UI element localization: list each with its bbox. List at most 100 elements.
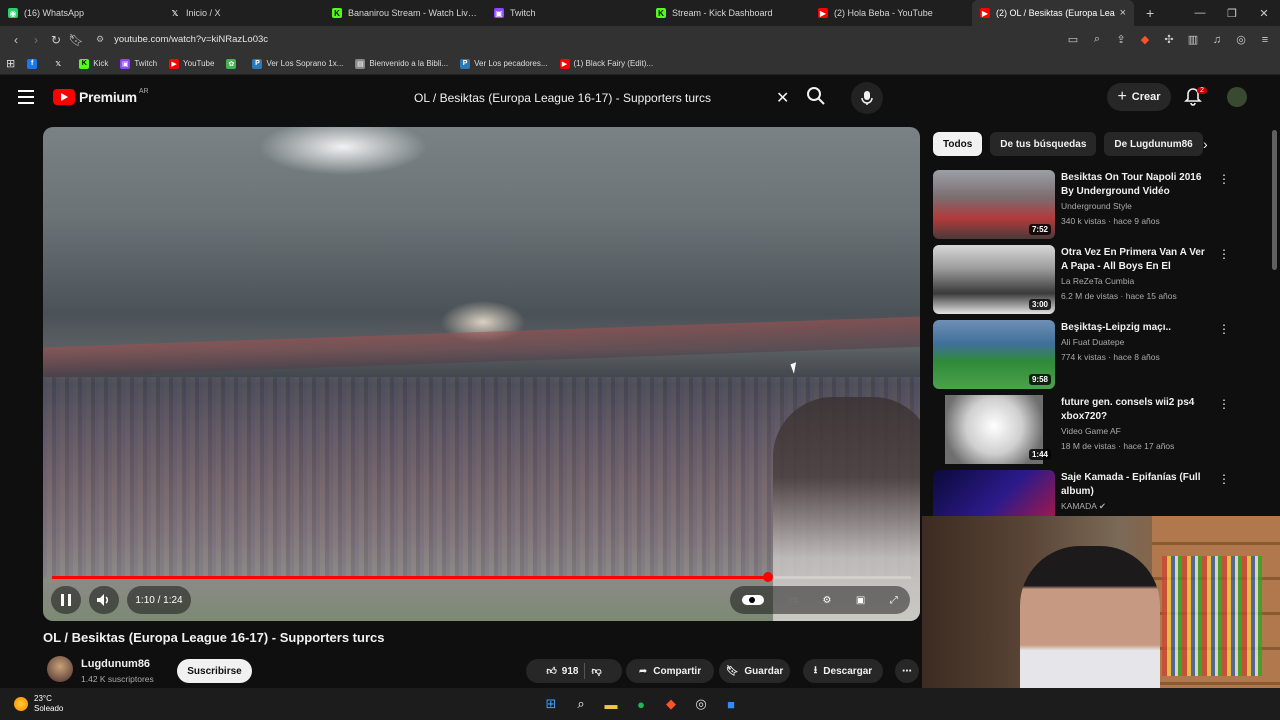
recommendation-title[interactable]: future gen. consels wii2 ps4 xbox720? (1061, 396, 1213, 424)
pause-button[interactable] (51, 586, 81, 614)
recommendation-channel[interactable]: Video Game AF (1061, 426, 1121, 436)
browser-tab-kick-stream[interactable]: K Bananirou Stream - Watch Live on Ki (324, 0, 486, 26)
bookmark-facebook[interactable]: f (27, 58, 41, 69)
media-icon[interactable]: ♫ (1210, 34, 1224, 46)
recommendation-title[interactable]: Otra Vez En Primera Van A Ver A Papa - A… (1061, 246, 1213, 275)
recommendation-channel[interactable]: KAMADA ✔ (1061, 501, 1106, 512)
more-vertical-icon[interactable]: ⋮ (1218, 397, 1230, 411)
hamburger-menu-icon[interactable] (18, 90, 34, 104)
account-avatar[interactable] (1227, 87, 1247, 107)
spotify-icon[interactable]: ● (631, 694, 651, 714)
recommendation-channel[interactable]: Underground Style (1061, 201, 1132, 211)
channel-name[interactable]: Lugdunum86 (81, 658, 150, 670)
menu-icon[interactable]: ≡ (1258, 34, 1272, 46)
close-window-icon[interactable]: ✕ (1248, 7, 1280, 20)
browser-tab-kick-dashboard[interactable]: K Stream - Kick Dashboard (648, 0, 810, 26)
chip-all[interactable]: Todos (933, 132, 983, 156)
recommendation-title[interactable]: Beşiktaş-Leipzig maçı.. (1061, 321, 1213, 335)
fullscreen-icon[interactable]: ⤢ (890, 595, 898, 606)
recommendation-item[interactable]: 1:44 future gen. consels wii2 ps4 xbox72… (933, 395, 1233, 465)
bookmark-x[interactable]: 𝕏 (53, 59, 67, 69)
seek-handle[interactable] (762, 572, 773, 582)
extensions-icon[interactable]: ✣ (1162, 33, 1176, 46)
video-thumbnail[interactable]: 7:52 (933, 170, 1055, 239)
bookmark-black-fairy[interactable]: ▶ (1) Black Fairy (Edit)... (559, 58, 653, 69)
recommendation-title[interactable]: Besiktas On Tour Napoli 2016 By Undergro… (1061, 171, 1213, 199)
clear-search-icon[interactable]: ✕ (776, 88, 789, 108)
minimize-icon[interactable]: — (1184, 7, 1216, 19)
windows-start-icon[interactable]: ⊞ (541, 694, 561, 714)
vpn-icon[interactable]: ◎ (1234, 33, 1248, 46)
search-button[interactable] (806, 86, 832, 110)
obs-icon[interactable]: ◎ (691, 694, 711, 714)
url-field[interactable]: ⚙ youtube.com/watch?v=kiNRazLo03c (96, 29, 1136, 50)
bookmark-kick[interactable]: K Kick (79, 58, 108, 69)
cast-icon[interactable]: ▭ (1066, 33, 1080, 46)
file-explorer-icon[interactable]: ▬ (601, 694, 621, 714)
video-thumbnail[interactable]: 3:00 (933, 245, 1055, 314)
search-icon[interactable]: ⌕ (571, 694, 591, 714)
voice-search-button[interactable] (851, 82, 883, 114)
create-button[interactable]: + Crear (1107, 83, 1171, 111)
browser-tab-active[interactable]: ▶ (2) OL / Besiktas (Europa Lea × (972, 0, 1134, 26)
autoplay-toggle[interactable] (742, 595, 765, 605)
channel-avatar[interactable] (47, 656, 73, 682)
search-input[interactable]: OL / Besiktas (Europa League 16-17) - Su… (402, 84, 802, 112)
recommendation-item[interactable]: 7:52 Besiktas On Tour Napoli 2016 By Und… (933, 170, 1233, 240)
share-button[interactable]: ➦ Compartir (626, 659, 714, 683)
bookmark-icon[interactable]: 🔖︎ (66, 33, 86, 47)
bookmark-youtube[interactable]: ▶ YouTube (169, 58, 214, 69)
recommendation-item[interactable]: 9:58 Beşiktaş-Leipzig maçı.. Ali Fuat Du… (933, 320, 1233, 390)
bookmark-biblioteca[interactable]: ▤ Bienvenido a la Bibli... (355, 58, 448, 69)
recommendation-channel[interactable]: Ali Fuat Duatepe (1061, 337, 1124, 347)
browser-tab-whatsapp[interactable]: ◉ (16) WhatsApp (0, 0, 162, 26)
brave-browser-icon[interactable]: ◆ (661, 694, 681, 714)
subscribe-button[interactable]: Suscribirse (177, 659, 252, 683)
zoom-video-icon[interactable]: ■ (721, 694, 741, 714)
like-button[interactable]: 👍︎ 918 (546, 665, 578, 678)
video-thumbnail[interactable]: 1:44 (933, 395, 1055, 464)
sidebar-scrollbar[interactable] (1272, 130, 1277, 270)
more-actions-button[interactable]: ⋯ (895, 659, 919, 683)
more-vertical-icon[interactable]: ⋮ (1218, 172, 1230, 186)
brave-shields-icon[interactable]: ◆ (1138, 33, 1152, 46)
sidebar-icon[interactable]: ▥ (1186, 33, 1200, 46)
recommendation-channel[interactable]: La ReZeTa Cumbia (1061, 276, 1134, 286)
more-vertical-icon[interactable]: ⋮ (1218, 472, 1230, 486)
apps-grid-icon[interactable]: ⊞ (6, 57, 15, 70)
miniplayer-icon[interactable]: ▣ (856, 595, 865, 606)
download-button[interactable]: ⭳ Descargar (803, 659, 883, 683)
restore-icon[interactable]: ❐ (1216, 7, 1248, 20)
weather-widget[interactable]: 23°C Soleado (14, 694, 63, 714)
bookmark-twitch[interactable]: ▣ Twitch (120, 58, 157, 69)
video-thumbnail[interactable]: 9:58 (933, 320, 1055, 389)
volume-button[interactable] (89, 586, 119, 614)
zoom-icon[interactable]: ⌕ (1090, 33, 1104, 46)
new-tab-button[interactable]: + (1146, 5, 1154, 21)
seek-bar[interactable] (52, 572, 911, 582)
reload-icon[interactable]: ↻ (46, 33, 66, 47)
bookmark-pecadores[interactable]: P Ver Los pecadores... (460, 58, 548, 69)
forward-icon[interactable]: › (26, 33, 46, 47)
recommendation-item[interactable]: 3:00 Otra Vez En Primera Van A Ver A Pap… (933, 245, 1233, 315)
site-info-icon[interactable]: ⚙ (96, 34, 104, 45)
chevron-right-icon[interactable]: › (1203, 136, 1208, 152)
dislike-button[interactable]: 👎︎ (591, 665, 601, 677)
recommendation-title[interactable]: Saje Kamada - Epifanías (Full album) (1061, 471, 1213, 499)
browser-tab-hola-beba[interactable]: ▶ (2) Hola Beba - YouTube (810, 0, 972, 26)
browser-tab-x[interactable]: 𝕏 Inicio / X (162, 0, 324, 26)
browser-tab-twitch[interactable]: ▣ Twitch (486, 0, 648, 26)
settings-gear-icon[interactable]: ⚙ (823, 595, 832, 606)
youtube-premium-logo[interactable]: Premium AR (53, 88, 149, 105)
share-icon[interactable]: ⇪ (1114, 33, 1128, 46)
more-vertical-icon[interactable]: ⋮ (1218, 247, 1230, 261)
subtitles-icon[interactable]: ▭ (789, 595, 798, 606)
bookmark-soprano[interactable]: P Ver Los Soprano 1x... (252, 58, 343, 69)
bookmark-flower[interactable]: ✿ (226, 58, 240, 69)
video-player[interactable]: 1:10 / 1:24 ▭ ⚙ ▣ ⤢ (43, 127, 920, 621)
save-button[interactable]: 🔖︎ Guardar (719, 659, 790, 683)
chip-from-channel[interactable]: De Lugdunum86 (1104, 132, 1203, 156)
chip-from-searches[interactable]: De tus búsquedas (990, 132, 1097, 156)
close-tab-icon[interactable]: × (1120, 7, 1126, 19)
back-icon[interactable]: ‹ (6, 33, 26, 47)
